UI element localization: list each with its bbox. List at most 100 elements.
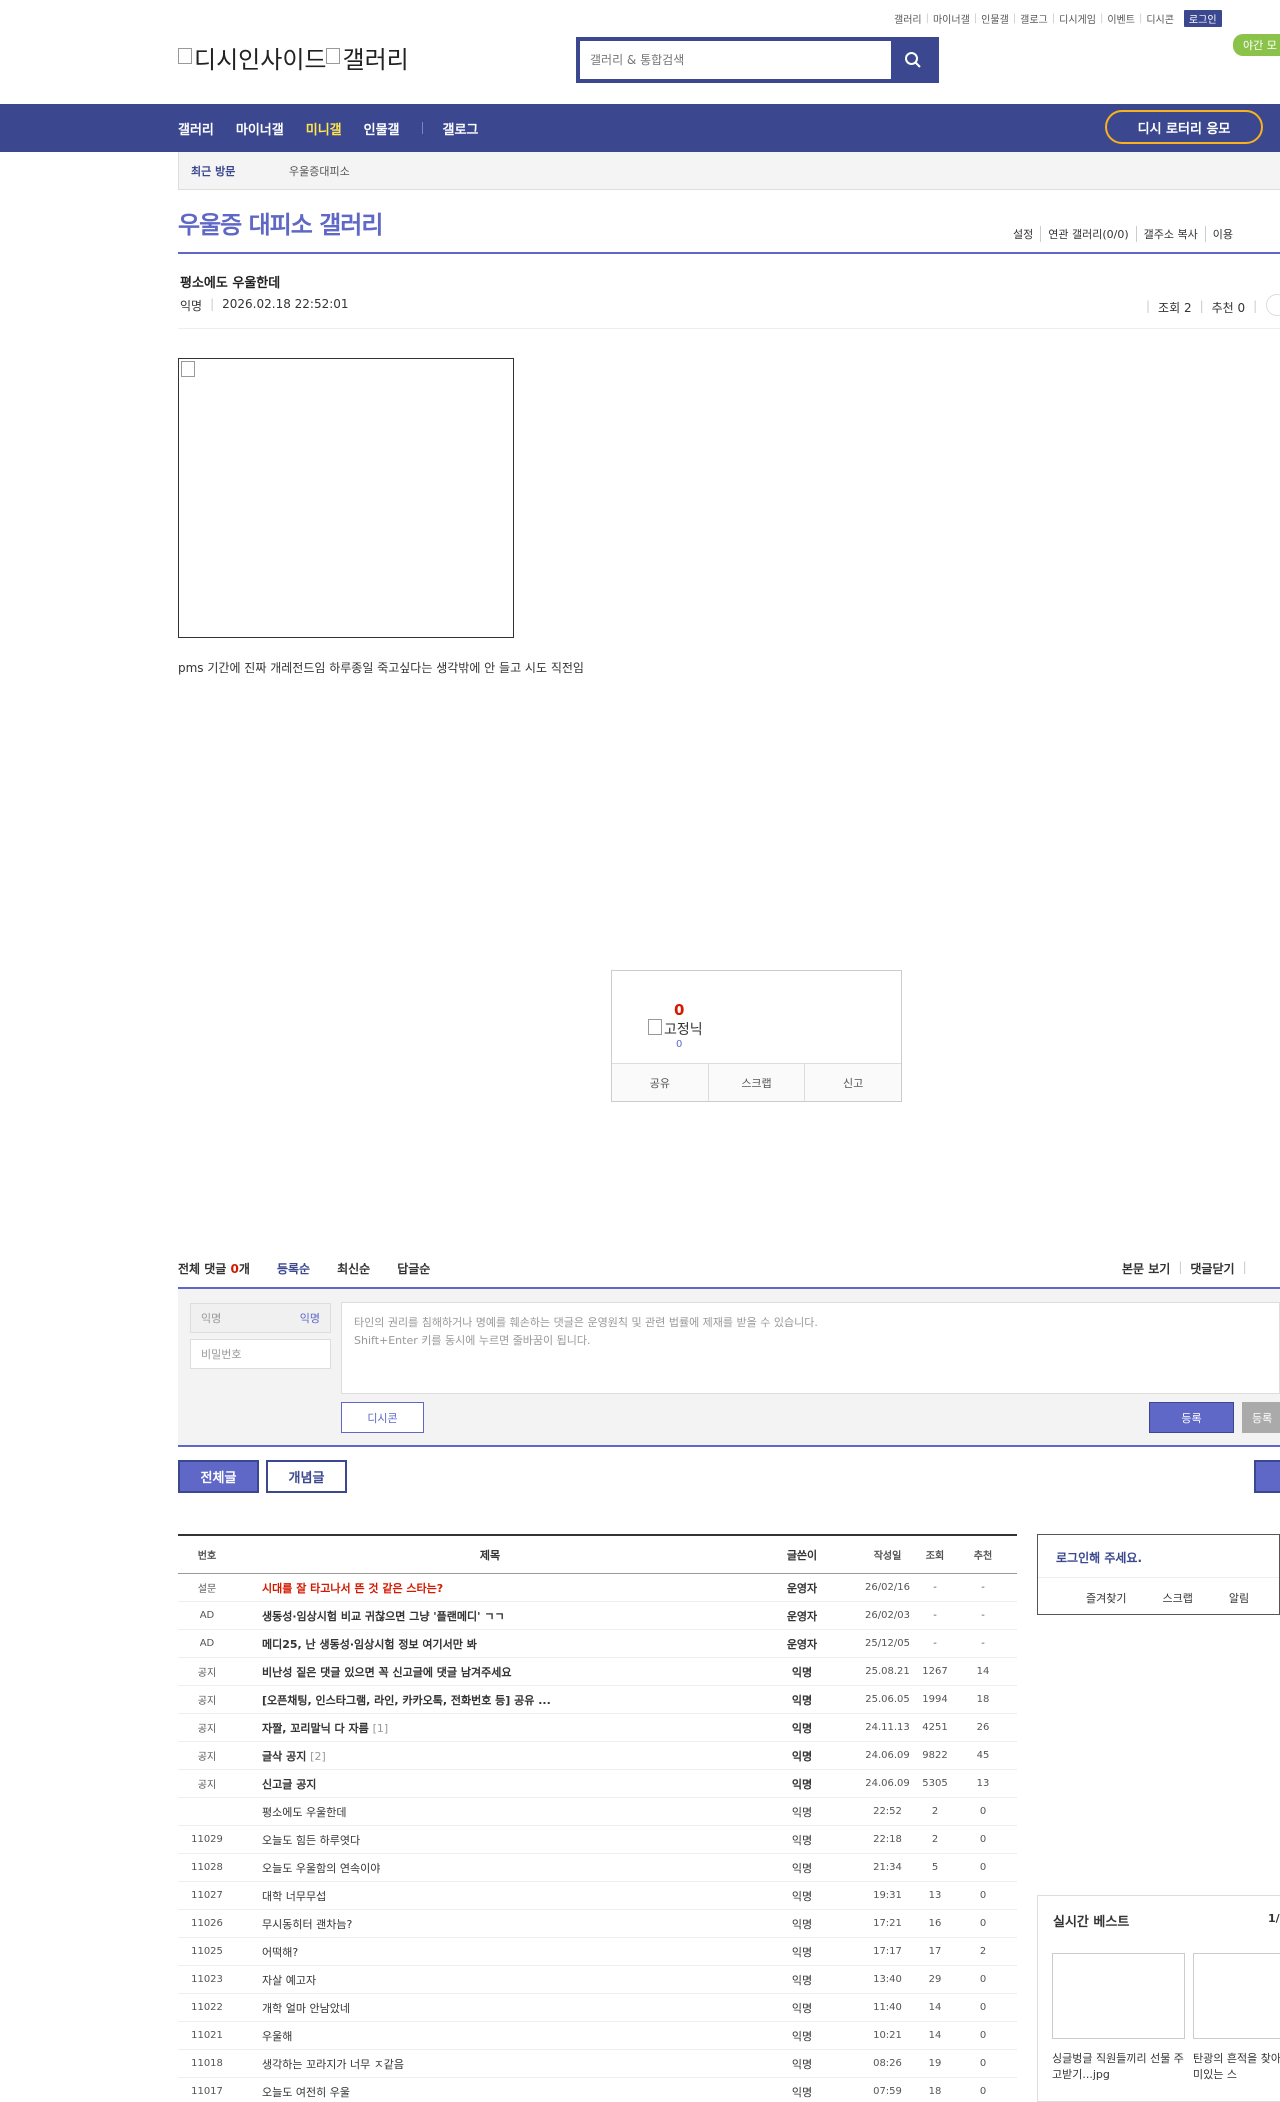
row-title-text[interactable]: 우울해 xyxy=(262,2030,292,2043)
fixed-nick-recommend[interactable]: 고정닉 xyxy=(648,1019,703,1039)
table-row[interactable]: 설문 시대를 잘 타고나서 뜬 것 같은 스타는? 운영자 26/02/16 - - xyxy=(178,1574,1017,1602)
table-row[interactable]: 11017 오늘도 여전히 우울 익명 07:59 18 0 xyxy=(178,2078,1017,2102)
row-title[interactable]: 비난성 짙은 댓글 있으면 꼭 신고글에 댓글 남겨주세요 xyxy=(236,1664,744,1680)
gallery-link[interactable]: 갤주소 복사 xyxy=(1135,226,1205,242)
row-title[interactable]: 어떡해? xyxy=(236,1944,744,1960)
favorites-link[interactable]: 즐겨찾기 xyxy=(1086,1590,1126,1606)
row-reply-count[interactable]: [2] xyxy=(310,1750,326,1763)
comment-textarea[interactable]: 타인의 권리를 침해하거나 명예를 훼손하는 댓글은 운영원칙 및 관련 법률에… xyxy=(341,1302,1280,1394)
night-mode-button[interactable]: 야간 모 xyxy=(1233,34,1280,56)
recent-visit-label[interactable]: 최근 방문 xyxy=(179,163,289,179)
table-row[interactable]: 11028 오늘도 우울함의 연속이야 익명 21:34 5 0 xyxy=(178,1854,1017,1882)
nav-item[interactable]: 미니갤 xyxy=(306,119,342,138)
gallery-link[interactable]: 설정 xyxy=(1006,226,1040,242)
recent-visit-item[interactable]: 우울증대피소 xyxy=(289,163,350,179)
write-button[interactable] xyxy=(1254,1460,1280,1493)
row-title-text[interactable]: 생동성·임상시험 비교 귀찮으면 그냥 '플랜메디' ㄱㄱ xyxy=(262,1610,505,1623)
row-title-text[interactable]: 자짤, 꼬리말닉 다 자름 xyxy=(262,1722,369,1735)
row-title-text[interactable]: 오늘도 힘든 하루엿다 xyxy=(262,1834,360,1847)
util-link[interactable]: 디시콘 xyxy=(1142,11,1178,26)
table-row[interactable]: 11018 생각하는 꼬라지가 너무 ㅈ같음 익명 08:26 19 0 xyxy=(178,2050,1017,2078)
row-title[interactable]: 생동성·임상시험 비교 귀찮으면 그냥 '플랜메디' ㄱㄱ xyxy=(236,1608,744,1624)
row-title-text[interactable]: 메디25, 난 생동성·임상시험 정보 여기서만 봐 xyxy=(262,1638,477,1651)
table-row[interactable]: 공지 글삭 공지 [2] 익명 24.06.09 9822 45 xyxy=(178,1742,1017,1770)
row-title[interactable]: 생각하는 꼬라지가 너무 ㅈ같음 xyxy=(236,2056,744,2072)
row-title[interactable]: 개학 얼마 안남았네 xyxy=(236,2000,744,2016)
row-title-text[interactable]: 글삭 공지 xyxy=(262,1750,306,1763)
nav-item[interactable]: 갤러리 xyxy=(178,119,214,138)
row-title-text[interactable]: 신고글 공지 xyxy=(262,1778,316,1791)
post-image[interactable] xyxy=(178,358,514,638)
comment-name-field[interactable]: 익명 익명 xyxy=(190,1303,331,1333)
row-title-text[interactable]: 어떡해? xyxy=(262,1946,298,1959)
sort-registered[interactable]: 등록순 xyxy=(277,1260,310,1277)
gallery-link[interactable]: 이용 xyxy=(1204,226,1240,242)
report-button[interactable]: 신고 xyxy=(804,1064,901,1101)
comment-password-field[interactable]: 비밀번호 xyxy=(190,1339,331,1369)
util-link[interactable]: 갤로그 xyxy=(1016,11,1052,26)
best-caption[interactable]: 싱글벙글 직원들끼리 선물 주고받기...jpg xyxy=(1052,2051,1185,2083)
util-link[interactable]: 마이너갤 xyxy=(929,11,974,26)
scrap-button[interactable]: 스크랩 xyxy=(707,1064,805,1101)
best-thumb[interactable] xyxy=(1193,1953,1280,2039)
table-row[interactable]: 11025 어떡해? 익명 17:17 17 2 xyxy=(178,1938,1017,1966)
table-row[interactable]: 11029 오늘도 힘든 하루엿다 익명 22:18 2 0 xyxy=(178,1826,1017,1854)
scrap-link[interactable]: 스크랩 xyxy=(1162,1590,1192,1606)
row-title-text[interactable]: 대학 너무무섭 xyxy=(262,1890,326,1903)
post-author[interactable]: 익명 xyxy=(180,297,202,314)
row-title[interactable]: 신고글 공지 xyxy=(236,1776,744,1792)
row-title[interactable]: 대학 너무무섭 xyxy=(236,1888,744,1904)
nav-item[interactable]: 인물갤 xyxy=(364,119,400,138)
table-row[interactable]: 11027 대학 너무무섭 익명 19:31 13 0 xyxy=(178,1882,1017,1910)
sort-replies[interactable]: 답글순 xyxy=(397,1260,430,1277)
row-title[interactable]: 우울해 xyxy=(236,2028,744,2044)
share-button[interactable]: 공유 xyxy=(612,1064,708,1101)
row-title-text[interactable]: 오늘도 우울함의 연속이야 xyxy=(262,1862,380,1875)
row-title-text[interactable]: 개학 얼마 안남았네 xyxy=(262,2002,350,2015)
tab-all-posts[interactable]: 전체글 xyxy=(178,1460,259,1493)
login-button[interactable]: 로그인 xyxy=(1183,10,1222,27)
row-title[interactable]: 시대를 잘 타고나서 뜬 것 같은 스타는? xyxy=(236,1580,744,1596)
util-link[interactable]: 이벤트 xyxy=(1103,11,1139,26)
table-row[interactable]: AD 생동성·임상시험 비교 귀찮으면 그냥 '플랜메디' ㄱㄱ 운영자 26/02/… xyxy=(178,1602,1017,1630)
row-title-text[interactable]: [오픈채팅, 인스타그램, 라인, 카카오톡, 전화번호 등] 공유 ... xyxy=(262,1694,551,1707)
share-circle-button[interactable] xyxy=(1266,294,1280,316)
search-button[interactable] xyxy=(891,41,935,79)
row-title-text[interactable]: 비난성 짙은 댓글 있으면 꼭 신고글에 댓글 남겨주세요 xyxy=(262,1666,511,1679)
nav-item[interactable]: 갤로그 xyxy=(443,119,479,138)
table-row[interactable]: 11026 무시동히터 괜차늠? 익명 17:21 16 0 xyxy=(178,1910,1017,1938)
table-row[interactable]: 11021 우울해 익명 10:21 14 0 xyxy=(178,2022,1017,2050)
util-link[interactable]: 디시게임 xyxy=(1055,11,1100,26)
row-title[interactable]: 자짤, 꼬리말닉 다 자름 [1] xyxy=(236,1720,744,1736)
table-row[interactable]: AD 메디25, 난 생동성·임상시험 정보 여기서만 봐 운영자 25/12/05 -… xyxy=(178,1630,1017,1658)
row-title[interactable]: 평소에도 우울한데 xyxy=(236,1804,744,1820)
table-row[interactable]: 11022 개학 얼마 안남았네 익명 11:40 14 0 xyxy=(178,1994,1017,2022)
site-logo[interactable]: 디시인사이드 갤러리 xyxy=(178,40,409,75)
close-comments-link[interactable]: 댓글닫기 xyxy=(1190,1260,1234,1277)
sort-latest[interactable]: 최신순 xyxy=(337,1260,370,1277)
best-caption[interactable]: 탄광의 흔적을 찾아 있는 재미있는 스 xyxy=(1193,2051,1280,2083)
row-title-text[interactable]: 자살 예고자 xyxy=(262,1974,316,1987)
row-title-text[interactable]: 평소에도 우울한데 xyxy=(262,1806,346,1819)
util-link[interactable]: 인물갤 xyxy=(977,11,1013,26)
table-row[interactable]: 공지 자짤, 꼬리말닉 다 자름 [1] 익명 24.11.13 4251 26 xyxy=(178,1714,1017,1742)
row-title[interactable]: 자살 예고자 xyxy=(236,1972,744,1988)
row-reply-count[interactable]: [1] xyxy=(373,1722,389,1735)
notification-link[interactable]: 알림 xyxy=(1229,1590,1249,1606)
row-title-text[interactable]: 무시동히터 괜차늠? xyxy=(262,1918,352,1931)
login-prompt[interactable]: 로그인해 주세요. xyxy=(1056,1549,1142,1566)
search-input[interactable] xyxy=(580,41,891,79)
comment-submit-alt-button[interactable]: 등록 xyxy=(1242,1402,1280,1433)
util-link[interactable]: 갤러리 xyxy=(890,11,926,26)
row-title[interactable]: [오픈채팅, 인스타그램, 라인, 카카오톡, 전화번호 등] 공유 ... xyxy=(236,1692,744,1708)
row-title[interactable]: 오늘도 우울함의 연속이야 xyxy=(236,1860,744,1876)
row-title[interactable]: 메디25, 난 생동성·임상시험 정보 여기서만 봐 xyxy=(236,1636,744,1652)
table-row[interactable]: 평소에도 우울한데 익명 22:52 2 0 xyxy=(178,1798,1017,1826)
table-row[interactable]: 11023 자살 예고자 익명 13:40 29 0 xyxy=(178,1966,1017,1994)
dccon-button[interactable]: 디시콘 xyxy=(341,1402,424,1433)
view-post-link[interactable]: 본문 보기 xyxy=(1122,1260,1170,1277)
gallery-link[interactable]: 연관 갤러리(0/0) xyxy=(1040,226,1135,242)
comment-submit-button[interactable]: 등록 xyxy=(1149,1402,1234,1433)
row-title[interactable]: 글삭 공지 [2] xyxy=(236,1748,744,1764)
row-title[interactable]: 무시동히터 괜차늠? xyxy=(236,1916,744,1932)
